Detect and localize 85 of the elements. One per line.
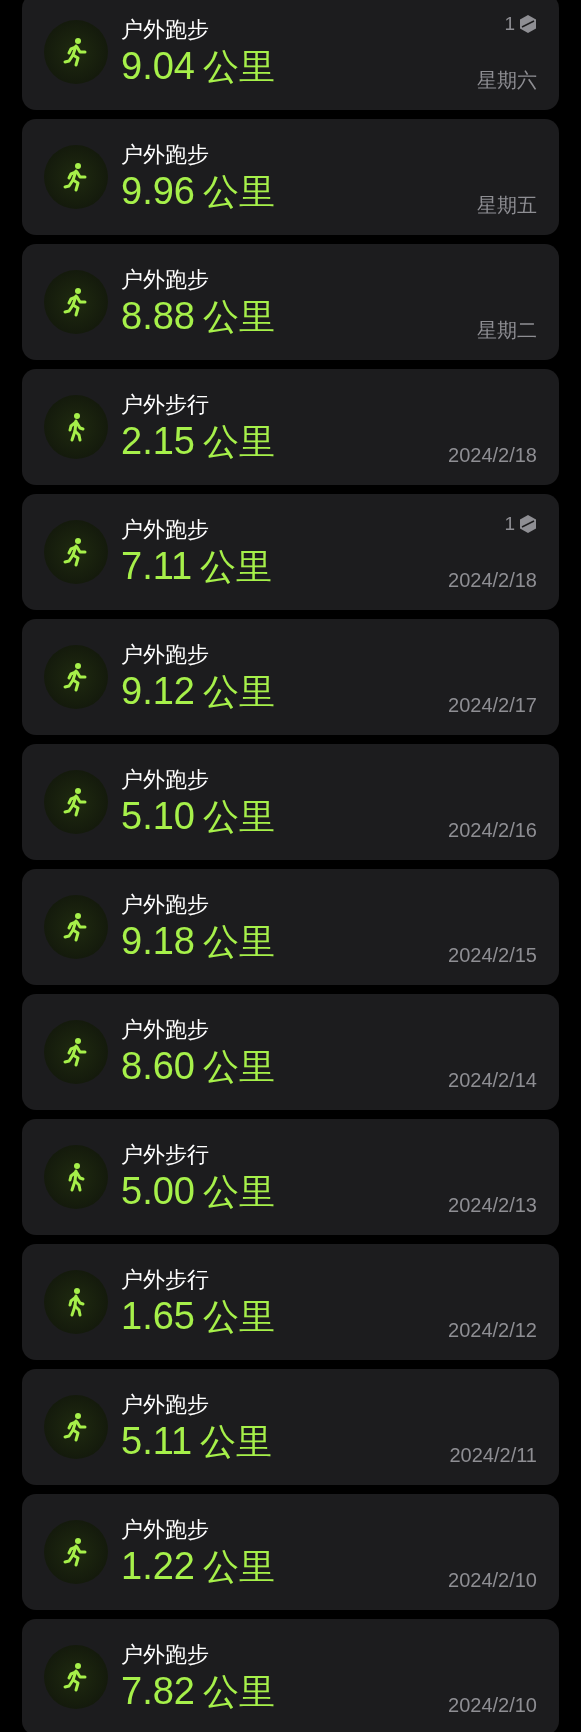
workout-date: 2024/2/18	[448, 568, 537, 592]
workout-date: 2024/2/13	[448, 1193, 537, 1217]
distance-value: 1.65	[121, 1293, 195, 1338]
workout-date: 2024/2/15	[448, 943, 537, 967]
workout-date: 星期二	[477, 318, 537, 342]
workout-title: 户外跑步	[121, 1015, 210, 1044]
workout-card[interactable]: 户外步行 5.00 公里 2024/2/13	[22, 1119, 559, 1235]
distance-unit: 公里	[202, 794, 275, 839]
running-figure-icon	[63, 1537, 89, 1567]
workout-title: 户外跑步	[121, 265, 210, 294]
running-figure-icon	[63, 1662, 89, 1692]
workout-title: 户外跑步	[121, 140, 210, 169]
workout-title: 户外步行	[121, 390, 210, 419]
running-figure-icon	[63, 37, 89, 67]
workout-date: 2024/2/10	[448, 1568, 537, 1592]
distance-value: 8.88	[121, 293, 195, 338]
workout-card[interactable]: 户外跑步 5.10 公里 2024/2/16	[22, 744, 559, 860]
award-count: 1	[504, 11, 515, 36]
distance-value: 9.12	[121, 668, 195, 713]
distance-unit: 公里	[202, 1169, 275, 1214]
workout-card[interactable]: 户外跑步 9.04 公里 1 星期六	[22, 0, 559, 110]
workout-title: 户外跑步	[121, 1640, 210, 1669]
distance-unit: 公里	[202, 919, 275, 964]
distance-value: 5.00	[121, 1168, 195, 1213]
distance-unit: 公里	[202, 669, 275, 714]
workout-card[interactable]: 户外跑步 9.96 公里 星期五	[22, 119, 559, 235]
workout-title: 户外跑步	[121, 765, 210, 794]
distance-unit: 公里	[202, 294, 275, 339]
workout-title: 户外步行	[121, 1140, 210, 1169]
workout-card[interactable]: 户外跑步 8.60 公里 2024/2/14	[22, 994, 559, 1110]
workout-card[interactable]: 户外跑步 9.18 公里 2024/2/15	[22, 869, 559, 985]
distance-value: 5.11	[121, 1418, 193, 1463]
workout-title: 户外跑步	[121, 890, 210, 919]
running-figure-icon	[63, 662, 89, 692]
distance-unit: 公里	[202, 1044, 275, 1089]
workout-date: 星期六	[477, 68, 537, 92]
workout-card[interactable]: 户外跑步 7.82 公里 2024/2/10	[22, 1619, 559, 1732]
workout-card[interactable]: 户外步行 1.65 公里 2024/2/12	[22, 1244, 559, 1360]
workout-card[interactable]: 户外跑步 8.88 公里 星期二	[22, 244, 559, 360]
distance-value: 9.96	[121, 168, 195, 213]
workout-card[interactable]: 户外跑步 9.12 公里 2024/2/17	[22, 619, 559, 735]
running-figure-icon	[63, 287, 89, 317]
workout-title: 户外跑步	[121, 15, 210, 44]
running-figure-icon	[63, 787, 89, 817]
running-figure-icon	[63, 162, 89, 192]
workout-date: 2024/2/17	[448, 693, 537, 717]
hexagon-badge-icon	[519, 14, 537, 34]
workout-title: 户外跑步	[121, 1390, 210, 1419]
distance-value: 1.22	[121, 1543, 195, 1588]
workout-title: 户外跑步	[121, 640, 210, 669]
running-figure-icon	[63, 1037, 89, 1067]
distance-value: 9.04	[121, 43, 195, 88]
distance-unit: 公里	[202, 169, 275, 214]
workout-card[interactable]: 户外跑步 7.11 公里 1 2024/2/18	[22, 494, 559, 610]
workout-title: 户外跑步	[121, 515, 210, 544]
workout-card[interactable]: 户外跑步 1.22 公里 2024/2/10	[22, 1494, 559, 1610]
distance-unit: 公里	[200, 1419, 273, 1464]
workout-title: 户外步行	[121, 1265, 210, 1294]
workout-date: 星期五	[477, 193, 537, 217]
distance-value: 7.11	[121, 543, 193, 588]
distance-unit: 公里	[202, 44, 275, 89]
award-count: 1	[504, 511, 515, 536]
distance-unit: 公里	[202, 1544, 275, 1589]
distance-unit: 公里	[202, 1669, 275, 1714]
distance-value: 5.10	[121, 793, 195, 838]
running-figure-icon	[63, 912, 89, 942]
workout-date: 2024/2/10	[448, 1693, 537, 1717]
running-figure-icon	[63, 537, 89, 567]
workout-title: 户外跑步	[121, 1515, 210, 1544]
workout-date: 2024/2/18	[448, 443, 537, 467]
distance-value: 7.82	[121, 1668, 195, 1713]
hexagon-badge-icon	[519, 514, 537, 534]
distance-unit: 公里	[202, 419, 275, 464]
workout-date: 2024/2/16	[448, 818, 537, 842]
running-figure-icon	[63, 1412, 89, 1442]
workout-card[interactable]: 户外跑步 5.11 公里 2024/2/11	[22, 1369, 559, 1485]
workout-card[interactable]: 户外步行 2.15 公里 2024/2/18	[22, 369, 559, 485]
distance-value: 9.18	[121, 918, 195, 963]
workout-date: 2024/2/11	[449, 1443, 537, 1467]
distance-value: 8.60	[121, 1043, 195, 1088]
distance-unit: 公里	[202, 1294, 275, 1339]
workout-date: 2024/2/14	[448, 1068, 537, 1092]
workout-date: 2024/2/12	[448, 1318, 537, 1342]
distance-value: 2.15	[121, 418, 195, 463]
distance-unit: 公里	[200, 544, 273, 589]
